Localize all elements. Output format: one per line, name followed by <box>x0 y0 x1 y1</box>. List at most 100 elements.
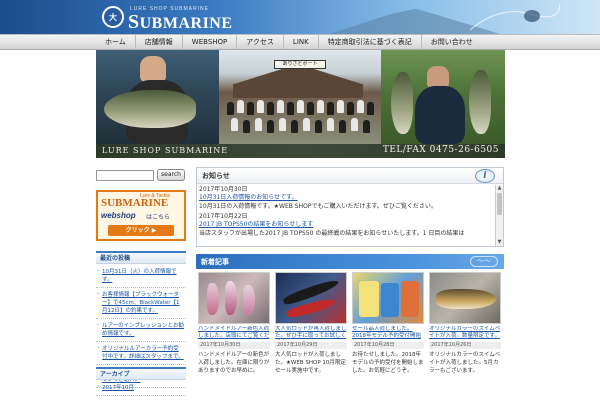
post-card: 大人気ロッドが再入荷しました。ぜひ手に取ってお試しください 2017年10月29… <box>275 272 347 375</box>
news-text: 当店スタッフが出場した2017 JB TOPS50 の最終戦の結果をお知らせいた… <box>199 230 465 237</box>
news-date: 2017年10月22日 <box>199 213 248 220</box>
post-card: ハンドメイドルアー新色入荷しました。店頭にてご覧ください 2017年10月30日… <box>198 272 270 375</box>
crowd-person <box>337 100 344 113</box>
archive-list: 2017年10月 <box>96 381 186 396</box>
crowd-person <box>227 102 234 115</box>
crowd-person <box>267 120 274 133</box>
news-scroll-area[interactable]: 2017年10月30日 10月31日入荷情報のお知らせです。 10月31日の入荷… <box>199 186 493 246</box>
nav-list: ホーム 店舗情報 WEBSHOP アクセス LINK 特定商取引法に基づく表記 … <box>96 35 482 50</box>
post-thumbnail[interactable] <box>275 272 347 324</box>
recent-post-link[interactable]: 10月31日（火）の入荷情報です。 <box>96 265 186 288</box>
nav-item-shop-info[interactable]: 店舗情報 <box>134 35 182 50</box>
banner-caption-strip: LURE SHOP SUBMARINE TEL/FAX 0475-26-6505 <box>96 144 505 158</box>
fish-deco-icon: 〜〜 <box>470 256 498 267</box>
news-header: お知らせ i <box>197 168 503 184</box>
post-card: セール品入荷しました。2018年モデル予約受付開始しました。 2017年10月2… <box>352 272 424 375</box>
post-date: 2017年10月28日 <box>352 342 424 349</box>
banner-shop-name: LURE SHOP SUBMARINE <box>102 146 229 155</box>
crowd-person <box>277 100 284 113</box>
post-title-link[interactable]: 大人気ロッドが再入荷しました。ぜひ手に取ってお試しください <box>275 326 347 340</box>
page: 大 LURE SHOP SUBMARINE SUBMARINE ホーム 店舗情報… <box>0 0 600 400</box>
news-link[interactable]: 2017 JB TOPS50の結果をお知らせします <box>199 221 493 229</box>
logo-first-letter: S <box>128 11 140 33</box>
crowd-person <box>257 100 264 113</box>
post-title-link[interactable]: ハンドメイドルアー新色入荷しました。店頭にてご覧ください <box>198 326 270 340</box>
news-text: 10月31日の入荷情報です。★WEB SHOPでもご購入いただけます。ぜひご覧く… <box>199 203 437 210</box>
archive-link[interactable]: 2017年10月 <box>96 381 186 396</box>
lure-image <box>401 281 419 317</box>
webshop-brand: SUBMARINE <box>101 197 169 209</box>
post-date: 2017年10月26日 <box>429 342 501 349</box>
angler-figure <box>140 56 166 82</box>
post-title-link[interactable]: オリジナルカラーのスイムベイトが入荷。数量限定です。 <box>429 326 501 340</box>
news-title: お知らせ <box>202 172 230 180</box>
post-date: 2017年10月30日 <box>198 342 270 349</box>
nav-item-access[interactable]: アクセス <box>236 35 283 50</box>
crowd-person <box>315 120 322 133</box>
posts-grid: ハンドメイドルアー新色入荷しました。店頭にてご覧ください 2017年10月30日… <box>196 272 504 400</box>
scrollbar-thumb[interactable] <box>497 193 502 215</box>
bass-fish-image <box>104 90 196 128</box>
nav-item-home[interactable]: ホーム <box>96 35 135 50</box>
recent-post-link[interactable]: ルアーのインプレッションとお勧め情報です。 <box>96 319 186 342</box>
fishing-line-icon <box>470 3 560 31</box>
webshop-banner-link[interactable]: Lure & Tackle SUBMARINE webshop はこちら クリッ… <box>96 190 186 241</box>
group-photo: ありさとボート <box>219 50 381 144</box>
shop-building <box>233 64 363 98</box>
crowd-person <box>231 118 238 131</box>
post-excerpt: ハンドメイドルアーの新色が入荷しました。在庫に限りがありますのでお早めに。 <box>198 352 270 374</box>
angler-with-two-bass-photo <box>381 50 505 144</box>
bass-fish-image <box>391 72 413 134</box>
lure-image <box>225 281 237 315</box>
news-scrollbar[interactable]: ▲ ▼ <box>495 185 503 246</box>
logo-emblem-icon[interactable]: 大 <box>102 6 124 28</box>
post-title-link[interactable]: セール品入荷しました。2018年モデル予約受付開始しました。 <box>352 326 424 340</box>
post-thumbnail[interactable] <box>198 272 270 324</box>
crowd-person <box>363 120 370 133</box>
nav-item-link[interactable]: LINK <box>282 35 318 50</box>
crowd-person <box>303 118 310 131</box>
crowd-person <box>247 102 254 115</box>
webshop-label: webshop <box>101 211 136 220</box>
new-posts-title: 新着記事 <box>201 258 229 266</box>
crowd-person <box>327 118 334 131</box>
lure-image <box>359 281 379 317</box>
search-input[interactable] <box>96 170 154 181</box>
recent-post-link[interactable]: オリジナルルアーカラー予約受付中です。詳細はスタッフまで。 <box>96 342 186 365</box>
nav-item-contact[interactable]: お問い合わせ <box>420 35 482 50</box>
logo-rest: UBMARINE <box>139 15 233 32</box>
crowd-person <box>297 100 304 113</box>
crowd-person <box>287 102 294 115</box>
news-date: 2017年10月30日 <box>199 186 248 193</box>
post-excerpt: お待たせしました。2018年モデルの予約受付を開始しました。お気軽にどうぞ。 <box>352 352 424 374</box>
angler-body <box>415 86 465 144</box>
lure-image <box>381 283 399 317</box>
search-button[interactable]: search <box>157 169 185 181</box>
site-logo[interactable]: SUBMARINE <box>128 11 233 34</box>
crowd-person <box>351 118 358 131</box>
angler-with-bass-photo <box>96 50 219 144</box>
nav-item-legal[interactable]: 特定商取引法に基づく表記 <box>317 35 421 50</box>
webshop-click-button[interactable]: クリック ▶ <box>108 225 174 236</box>
post-card: オリジナルカラーのスイムベイトが入荷。数量限定です。 2017年10月26日 オ… <box>429 272 501 375</box>
post-thumbnail[interactable] <box>352 272 424 324</box>
webshop-kochira: はこちら <box>146 214 171 221</box>
recent-posts-heading: 最近の投稿 <box>96 251 186 264</box>
lure-image <box>436 289 496 309</box>
crowd-person <box>255 118 262 131</box>
news-link[interactable]: 10月31日入荷情報のお知らせです。 <box>199 194 493 202</box>
post-excerpt: オリジナルカラーのスイムベイトが入荷しました。5月カラーもございます。 <box>429 352 501 374</box>
post-thumbnail[interactable] <box>429 272 501 324</box>
recent-post-link[interactable]: お客様情報【ブラックウォーター】で45cm、BlackWater【1月12日】の… <box>96 288 186 319</box>
crowd-person <box>291 120 298 133</box>
crowd-person <box>357 100 364 113</box>
crowd-person <box>367 102 374 115</box>
info-icon: i <box>475 169 495 183</box>
crowd-person <box>237 100 244 113</box>
scroll-down-arrow-icon[interactable]: ▼ <box>496 239 503 246</box>
shop-sign: ありさとボート <box>274 60 326 69</box>
nav-item-webshop[interactable]: WEBSHOP <box>181 35 236 50</box>
post-date: 2017年10月29日 <box>275 342 347 349</box>
scroll-up-arrow-icon[interactable]: ▲ <box>496 185 503 192</box>
archive-heading: アーカイブ <box>96 367 186 380</box>
